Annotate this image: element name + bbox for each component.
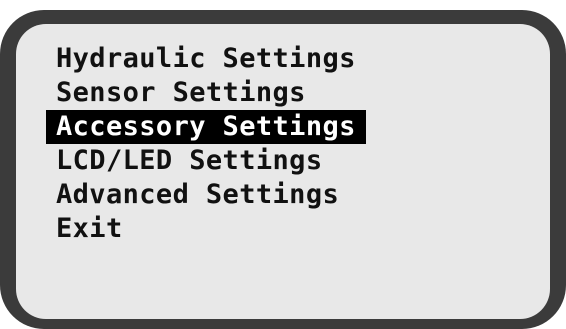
settings-menu: Hydraulic Settings Sensor Settings Acces…: [46, 42, 366, 246]
lcd-screen: Hydraulic Settings Sensor Settings Acces…: [16, 24, 550, 319]
menu-item-accessory-settings[interactable]: Accessory Settings: [46, 110, 366, 144]
menu-item-lcd-led-settings[interactable]: LCD/LED Settings: [46, 144, 366, 178]
device-bezel: Hydraulic Settings Sensor Settings Acces…: [0, 10, 566, 329]
menu-item-exit[interactable]: Exit: [46, 212, 366, 246]
menu-item-hydraulic-settings[interactable]: Hydraulic Settings: [46, 42, 366, 76]
menu-item-sensor-settings[interactable]: Sensor Settings: [46, 76, 366, 110]
menu-item-advanced-settings[interactable]: Advanced Settings: [46, 178, 366, 212]
